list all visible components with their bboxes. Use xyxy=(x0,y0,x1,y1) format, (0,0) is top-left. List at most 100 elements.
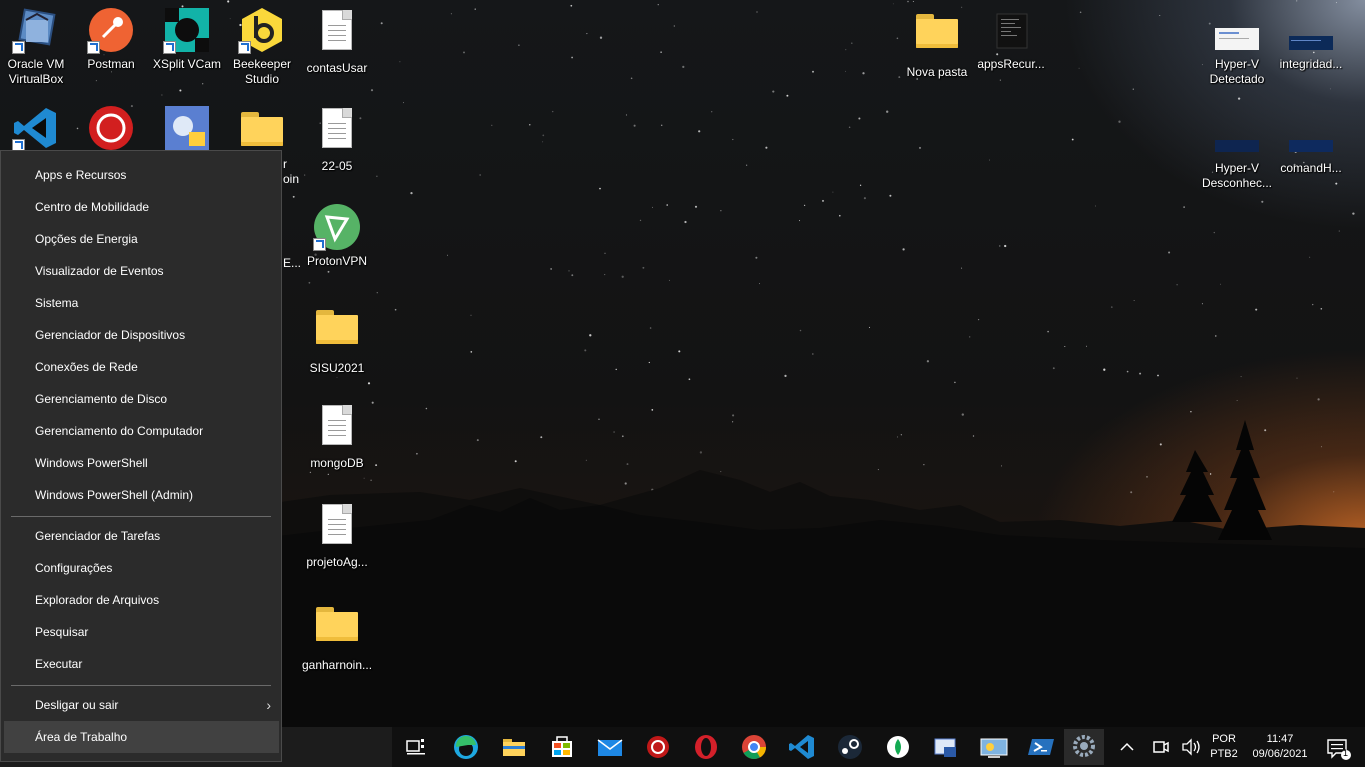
icon-label: Hyper-V Desconhec... xyxy=(1201,161,1273,190)
menu-item-windows-powershell-admin[interactable]: Windows PowerShell (Admin) xyxy=(4,479,279,511)
icon-label: ProtonVPN xyxy=(306,254,368,268)
folder-icon xyxy=(913,14,961,62)
desktop-icon-22-05[interactable]: 22-05 xyxy=(298,104,376,174)
text-file-icon xyxy=(313,10,361,58)
opera-icon[interactable] xyxy=(686,731,726,763)
volume-icon[interactable] xyxy=(1176,731,1206,763)
menu-item-conexoes-rede[interactable]: Conexões de Rede xyxy=(4,351,279,383)
menu-separator xyxy=(11,685,271,686)
folder-icon xyxy=(313,310,361,358)
desktop-icon-beekeeper[interactable]: Beekeeper Studio xyxy=(223,6,301,87)
shortcut-arrow-icon xyxy=(12,41,25,54)
shortcut-arrow-icon xyxy=(313,238,326,251)
menu-item-label: Pesquisar xyxy=(35,625,89,639)
menu-item-explorador-arquivos[interactable]: Explorador de Arquivos xyxy=(4,584,279,616)
notification-badge: 1 xyxy=(1343,748,1349,758)
mail-icon[interactable] xyxy=(590,731,630,763)
desktop-icon-virtualbox[interactable]: Oracle VM VirtualBox xyxy=(0,6,75,87)
task-view-icon[interactable] xyxy=(396,731,436,763)
language-code: POR xyxy=(1212,733,1236,745)
menu-item-gerenciamento-computador[interactable]: Gerenciamento do Computador xyxy=(4,415,279,447)
menu-item-executar[interactable]: Executar xyxy=(4,648,279,680)
desktop-icon-vscode[interactable] xyxy=(0,104,75,152)
menu-item-opcoes-energia[interactable]: Opções de Energia xyxy=(4,223,279,255)
desktop-icon-anydesk-like[interactable] xyxy=(72,104,150,152)
network-tool-icon[interactable] xyxy=(926,731,966,763)
image-thumbnail-icon xyxy=(1213,110,1261,158)
menu-item-gerenciador-dispositivos[interactable]: Gerenciador de Dispositivos xyxy=(4,319,279,351)
icon-label: SISU2021 xyxy=(309,361,365,375)
remote-desktop-icon[interactable] xyxy=(974,731,1014,763)
menu-item-centro-mobilidade[interactable]: Centro de Mobilidade xyxy=(4,191,279,223)
menu-item-label: Área de Trabalho xyxy=(35,730,128,744)
desktop-icon-sisu2021[interactable]: SISU2021 xyxy=(298,302,376,376)
desktop-icon-ui-tool[interactable] xyxy=(148,104,226,152)
icon-label: Beekeeper Studio xyxy=(232,57,292,86)
icon-label: contasUsar xyxy=(306,61,368,75)
menu-item-label: Gerenciamento de Disco xyxy=(35,392,168,406)
menu-item-area-trabalho[interactable]: Área de Trabalho xyxy=(4,721,279,753)
desktop-icon-protonvpn[interactable]: ProtonVPN xyxy=(298,203,376,269)
screenshot-thumbnail-icon xyxy=(987,6,1035,54)
menu-separator xyxy=(11,516,271,517)
protonvpn-icon xyxy=(313,203,361,251)
store-icon[interactable] xyxy=(542,731,582,763)
menu-item-configuracoes[interactable]: Configurações xyxy=(4,552,279,584)
desktop-icon-xsplit[interactable]: XSplit VCam xyxy=(148,6,226,72)
file-explorer-icon[interactable] xyxy=(494,731,534,763)
language-indicator[interactable]: POR PTB2 xyxy=(1206,733,1242,760)
icon-label: Hyper-V Detectado xyxy=(1209,57,1265,86)
xsplit-vcam-icon xyxy=(163,6,211,54)
settings-icon[interactable] xyxy=(1064,729,1104,765)
chevron-right-icon: › xyxy=(266,697,271,713)
icon-label: appsRecur... xyxy=(977,57,1045,71)
desktop-icon-projetoag[interactable]: projetoAg... xyxy=(298,500,376,570)
mongodb-compass-icon[interactable] xyxy=(878,731,918,763)
desktop-icon-hyperv-detectado[interactable]: Hyper-V Detectado xyxy=(1198,6,1276,87)
image-thumbnail-icon xyxy=(1287,6,1335,54)
partial-icon-label: r xyxy=(283,157,287,171)
text-file-icon xyxy=(313,108,361,156)
system-tool-icon xyxy=(163,104,211,152)
icon-label: 22-05 xyxy=(321,159,353,173)
menu-item-windows-powershell[interactable]: Windows PowerShell xyxy=(4,447,279,479)
desktop-icon-comandh[interactable]: comandH... xyxy=(1272,110,1350,176)
menu-item-label: Gerenciador de Dispositivos xyxy=(35,328,186,342)
chevron-up-icon[interactable] xyxy=(1112,731,1142,763)
desktop-icon-nova-pasta[interactable]: Nova pasta xyxy=(898,6,976,80)
icon-label: XSplit VCam xyxy=(152,57,222,71)
notification-center-icon[interactable]: 1 xyxy=(1318,731,1358,763)
menu-item-apps-recursos[interactable]: Apps e Recursos xyxy=(4,159,279,191)
shortcut-arrow-icon xyxy=(87,41,100,54)
chrome-icon[interactable] xyxy=(734,731,774,763)
beekeeper-icon xyxy=(238,6,286,54)
desktop-icon-hyperv-desconhecido[interactable]: Hyper-V Desconhec... xyxy=(1198,110,1276,191)
menu-item-gerenciador-tarefas[interactable]: Gerenciador de Tarefas xyxy=(4,520,279,552)
folder-icon xyxy=(313,607,361,655)
meet-now-icon[interactable] xyxy=(1145,731,1175,763)
desktop-icon-postman[interactable]: Postman xyxy=(72,6,150,72)
powershell-icon[interactable] xyxy=(1022,731,1062,763)
desktop-icon-integridade[interactable]: integridad... xyxy=(1272,6,1350,72)
menu-item-desligar-sair[interactable]: Desligar ou sair › xyxy=(4,689,279,721)
clock-date: 09/06/2021 xyxy=(1252,748,1308,760)
menu-item-visualizador-eventos[interactable]: Visualizador de Eventos xyxy=(4,255,279,287)
desktop-icon-ganharnoin[interactable]: ganharnoin... xyxy=(298,599,376,673)
vscode-taskbar-icon[interactable] xyxy=(782,731,822,763)
icon-label: ganharnoin... xyxy=(301,658,373,672)
steam-icon[interactable] xyxy=(830,731,870,763)
driver-booster-taskbar-icon[interactable] xyxy=(638,731,678,763)
desktop-icon-contasusar[interactable]: contasUsar xyxy=(298,6,376,76)
icon-label: Postman xyxy=(87,57,135,71)
clock[interactable]: 11:47 09/06/2021 xyxy=(1244,733,1316,760)
text-file-icon xyxy=(313,405,361,453)
menu-item-label: Sistema xyxy=(35,296,79,310)
menu-item-pesquisar[interactable]: Pesquisar xyxy=(4,616,279,648)
edge-icon[interactable] xyxy=(446,731,486,763)
menu-item-label: Visualizador de Eventos xyxy=(35,264,164,278)
menu-item-sistema[interactable]: Sistema xyxy=(4,287,279,319)
menu-item-label: Apps e Recursos xyxy=(35,168,127,182)
desktop-icon-mongodb[interactable]: mongoDB xyxy=(298,401,376,471)
menu-item-gerenciamento-disco[interactable]: Gerenciamento de Disco xyxy=(4,383,279,415)
desktop-icon-appsrecur[interactable]: appsRecur... xyxy=(972,6,1050,72)
